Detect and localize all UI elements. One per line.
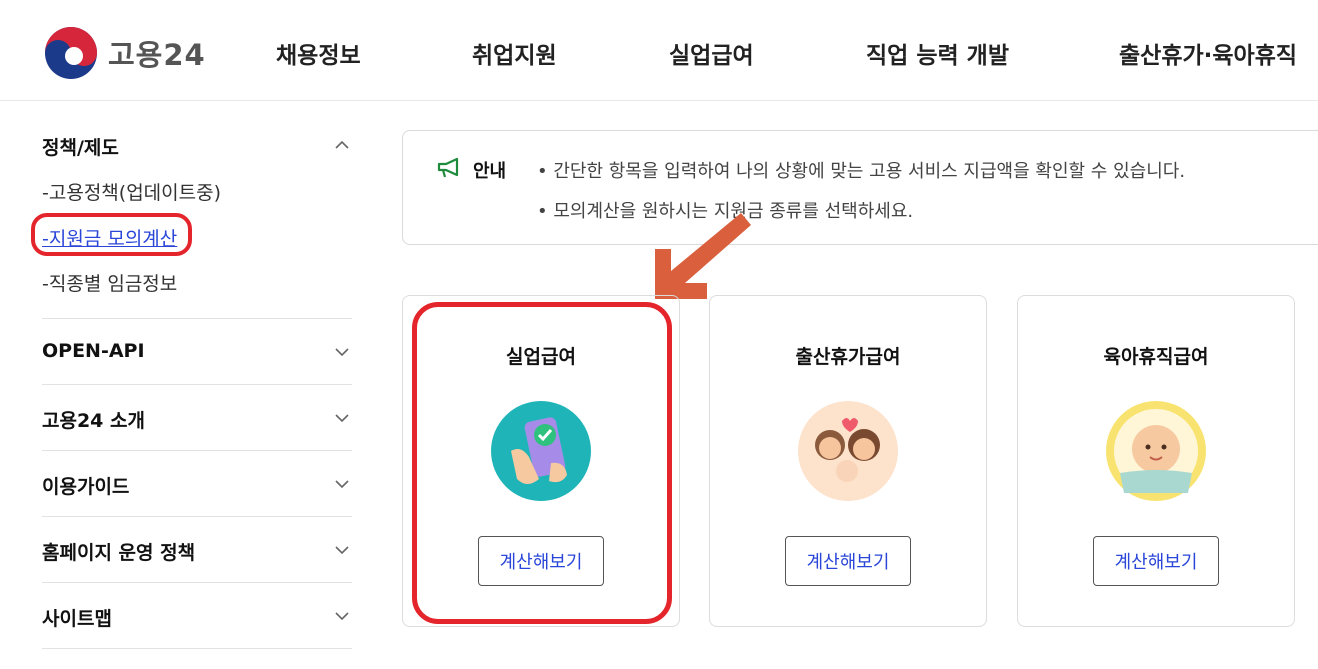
nav-item-jobs[interactable]: 채용정보 (276, 36, 361, 70)
notice-box: 안내 • 간단한 항목을 입력하여 나의 상황에 맞는 고용 서비스 지급액을 … (402, 130, 1318, 245)
nav-item-job-training[interactable]: 직업 능력 개발 (866, 36, 1009, 70)
baby-icon (1106, 401, 1206, 501)
logo[interactable]: 고용24 (44, 26, 214, 80)
pointer-arrow-icon (655, 213, 751, 299)
sidebar-group-guide[interactable]: 이용가이드 (42, 472, 129, 499)
card-title: 육아휴직급여 (1103, 346, 1209, 368)
calculate-button[interactable]: 계산해보기 (1093, 536, 1219, 586)
highlight-ring (412, 302, 672, 624)
sidebar-group-open-api[interactable]: OPEN-API (42, 340, 145, 362)
chevron-down-icon[interactable] (334, 410, 350, 426)
divider (42, 318, 352, 319)
divider (42, 648, 352, 649)
calculate-button[interactable]: 계산해보기 (785, 536, 911, 586)
sidebar-group-about[interactable]: 고용24 소개 (42, 406, 145, 433)
sidebar-item-employment-policy[interactable]: -고용정책(업데이트중) (42, 178, 221, 205)
notice-label: 안내 (473, 161, 507, 182)
megaphone-icon (437, 157, 459, 178)
sidebar-group-policy[interactable]: 정책/제도 (42, 133, 119, 160)
benefit-card-maternity[interactable]: 출산휴가급여 계산해보기 (709, 295, 987, 627)
logo-text: 고용24 (108, 38, 206, 72)
nav-item-unemployment-benefit[interactable]: 실업급여 (669, 36, 754, 70)
nav-item-employment-support[interactable]: 취업지원 (472, 36, 557, 70)
nav-item-parental-leave[interactable]: 출산휴가·육아휴직 (1119, 36, 1297, 70)
chevron-up-icon[interactable] (334, 137, 350, 153)
chevron-down-icon[interactable] (334, 542, 350, 558)
sidebar-item-wage-info[interactable]: -직종별 임금정보 (42, 269, 177, 296)
taegeuk-logo-icon (45, 27, 97, 79)
chevron-down-icon[interactable] (334, 608, 350, 624)
sidebar-group-sitemap[interactable]: 사이트맵 (42, 604, 112, 631)
chevron-down-icon[interactable] (334, 476, 350, 492)
divider (42, 516, 352, 517)
highlight-ring (31, 213, 192, 256)
benefit-card-parental-leave[interactable]: 육아휴직급여 계산해보기 (1017, 295, 1295, 627)
notice-text: • 간단한 항목을 입력하여 나의 상황에 맞는 고용 서비스 지급액을 확인할… (537, 161, 1186, 182)
card-title: 출산휴가급여 (795, 346, 901, 368)
divider (42, 582, 352, 583)
chevron-down-icon[interactable] (334, 344, 350, 360)
site-header: 고용24 채용정보 취업지원 실업급여 직업 능력 개발 출산휴가·육아휴직 (0, 0, 1318, 101)
family-icon (798, 401, 898, 501)
sidebar-group-site-policy[interactable]: 홈페이지 운영 정책 (42, 538, 195, 565)
divider (42, 384, 352, 385)
divider (42, 450, 352, 451)
